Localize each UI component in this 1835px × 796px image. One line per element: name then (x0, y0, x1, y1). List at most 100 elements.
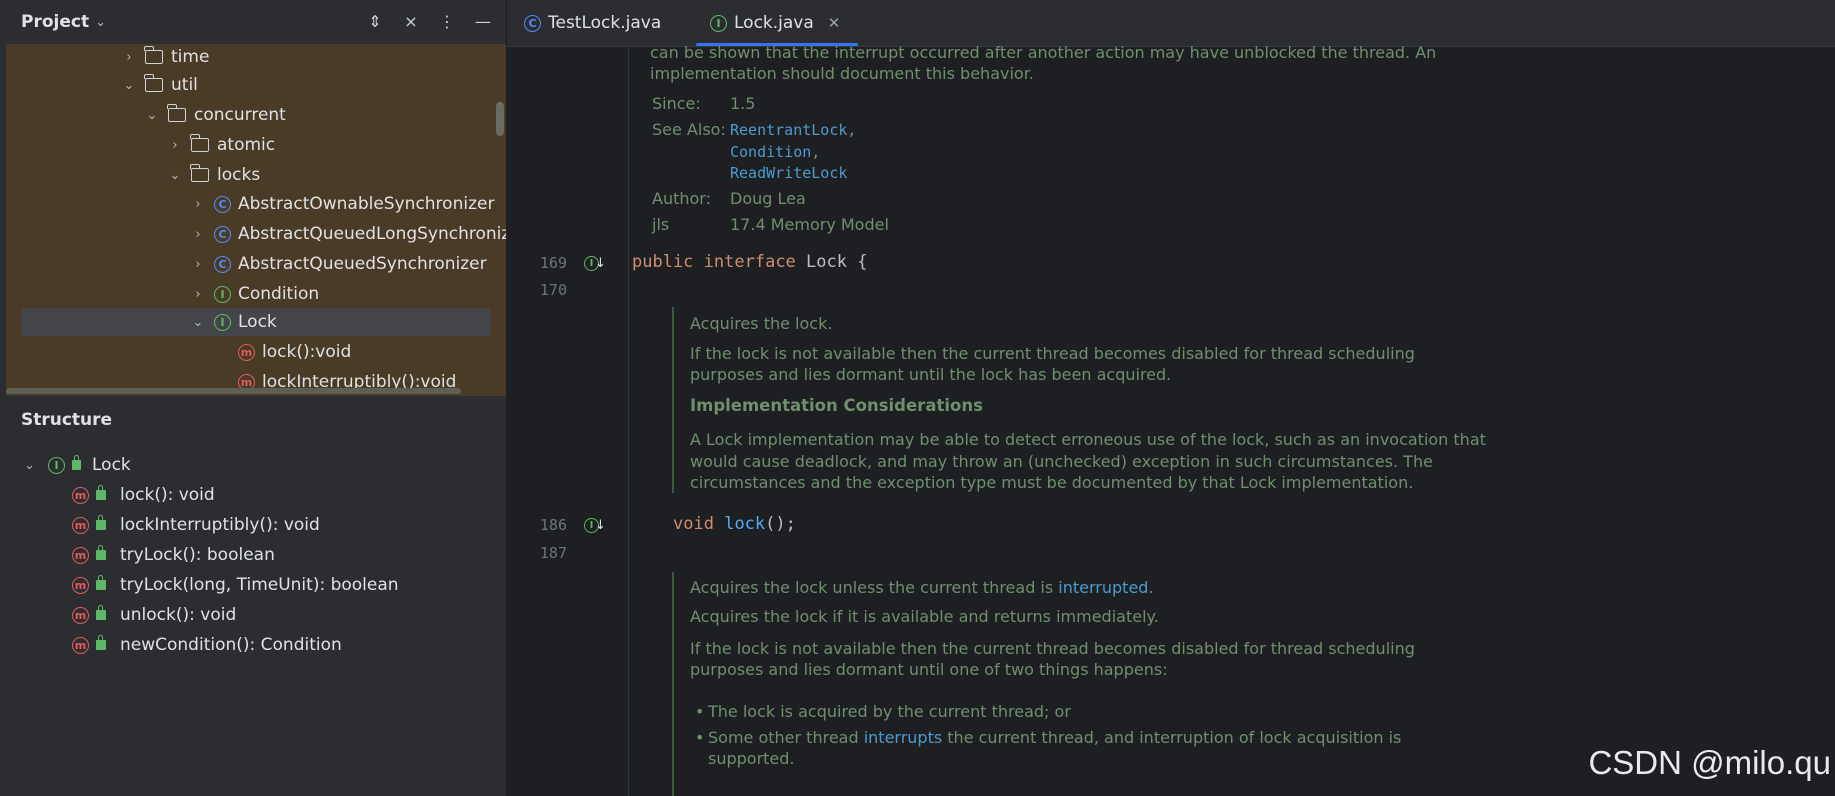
doc-text: If the lock is not available then the cu… (690, 344, 1415, 363)
lock-icon (96, 485, 106, 500)
tree-item-label: AbstractQueuedLongSynchronizer (238, 224, 506, 244)
doc-text: Acquires the lock unless the current thr… (690, 578, 1154, 597)
structure-member[interactable]: m newCondition(): Condition (72, 631, 342, 659)
class-icon: C (214, 225, 231, 243)
see-also-link[interactable]: Condition, (730, 143, 820, 161)
doc-text: Acquires the lock if it is available and… (690, 607, 1159, 626)
tree-item-class[interactable]: › C AbstractQueuedSynchronizer (190, 250, 487, 278)
expand-all-icon[interactable]: ⇕ (364, 10, 386, 32)
chevron-down-icon[interactable]: ⌄ (121, 78, 137, 93)
chevron-right-icon[interactable]: › (190, 287, 206, 302)
arrow-down-icon: ↓ (595, 256, 606, 271)
tree-item-method[interactable]: m lock():void (238, 338, 351, 366)
lock-icon (72, 455, 81, 470)
structure-root[interactable]: ⌄ I Lock (24, 451, 131, 479)
structure-member[interactable]: m lock(): void (72, 481, 215, 509)
doc-text: Acquires the lock. (690, 314, 833, 333)
lock-icon (96, 605, 106, 620)
minimize-icon[interactable]: — (472, 10, 494, 32)
doc-heading: Implementation Considerations (690, 396, 983, 415)
tree-item-label: AbstractQueuedSynchronizer (238, 254, 487, 274)
interface-icon: I (710, 14, 727, 32)
doc-text: can be shown that the interrupt occurred… (650, 43, 1437, 62)
chevron-right-icon[interactable]: › (190, 227, 206, 242)
tree-item-label: locks (217, 165, 261, 185)
tab-testlock[interactable]: C TestLock.java (524, 0, 661, 46)
chevron-down-icon[interactable]: ⌄ (95, 15, 106, 30)
horizontal-scrollbar[interactable] (6, 388, 461, 394)
more-options-icon[interactable]: ⋮ (436, 10, 458, 32)
tree-item-interface[interactable]: › I Condition (190, 280, 319, 308)
chevron-right-icon[interactable]: › (190, 257, 206, 272)
tree-item-lock-selected[interactable]: ⌄ I Lock (21, 308, 491, 336)
tree-item-util[interactable]: ⌄ util (121, 71, 198, 99)
gutter-divider (628, 46, 629, 796)
code-line-186[interactable]: void lock(); (673, 514, 796, 534)
structure-member[interactable]: m unlock(): void (72, 601, 236, 629)
tree-item-label: concurrent (194, 105, 286, 125)
structure-member[interactable]: m lockInterruptibly(): void (72, 511, 320, 539)
interrupts-link[interactable]: interrupts (864, 728, 942, 747)
tree-item-label: util (171, 75, 198, 95)
see-also-link[interactable]: ReadWriteLock (730, 164, 847, 182)
see-also-link[interactable]: ReentrantLock, (730, 121, 856, 139)
structure-title: Structure (21, 410, 113, 430)
tree-item-locks[interactable]: ⌄ locks (167, 161, 260, 189)
tree-item-time[interactable]: › time (121, 44, 209, 71)
project-tree: › time ⌄ util ⌄ concurrent › atomic ⌄ lo… (6, 44, 506, 396)
tab-label: Lock.java (734, 13, 814, 33)
tree-item-concurrent[interactable]: ⌄ concurrent (144, 101, 286, 129)
folder-icon (190, 164, 209, 182)
close-icon[interactable]: ✕ (828, 14, 841, 32)
method-icon: m (72, 606, 89, 624)
doc-since-key: Since: (652, 94, 701, 113)
doc-block-bar (672, 572, 674, 796)
class-icon: C (214, 195, 231, 213)
doc-jls-value: 17.4 Memory Model (730, 215, 889, 234)
method-icon: m (72, 636, 89, 654)
doc-see-also-key: See Also: (652, 120, 726, 139)
tab-lock[interactable]: I Lock.java ✕ (695, 0, 859, 46)
project-title[interactable]: Project (21, 12, 89, 32)
chevron-down-icon[interactable]: ⌄ (144, 108, 160, 123)
line-number: 170 (539, 281, 567, 299)
structure-root-label: Lock (92, 455, 131, 475)
chevron-right-icon[interactable]: › (121, 50, 137, 65)
chevron-right-icon[interactable]: › (190, 197, 206, 212)
doc-bullet: The lock is acquired by the current thre… (708, 702, 1071, 721)
chevron-down-icon[interactable]: ⌄ (24, 458, 40, 473)
interface-icon: I (48, 456, 65, 474)
structure-member[interactable]: m tryLock(): boolean (72, 541, 275, 569)
tree-item-label: Condition (238, 284, 320, 304)
watermark: CSDN @milo.qu (1588, 744, 1831, 781)
tree-item-label: time (171, 47, 210, 67)
tree-item-label: lock():void (262, 342, 352, 362)
line-number: 187 (539, 544, 567, 562)
structure-member-label: lockInterruptibly(): void (120, 515, 320, 535)
code-line-169[interactable]: public interface Lock { (632, 252, 867, 272)
chevron-right-icon[interactable]: › (167, 138, 183, 153)
tree-item-class[interactable]: › C AbstractOwnableSynchronizer (190, 190, 494, 218)
tree-item-atomic[interactable]: › atomic (167, 131, 275, 159)
project-toolbar: ⇕ × ⋮ — (364, 10, 494, 32)
doc-since-value: 1.5 (730, 94, 756, 113)
chevron-down-icon[interactable]: ⌄ (167, 168, 183, 183)
interrupted-link[interactable]: interrupted (1058, 578, 1148, 597)
structure-member-label: tryLock(): boolean (120, 545, 275, 565)
tree-item-class[interactable]: › C AbstractQueuedLongSynchronizer (190, 220, 506, 248)
collapse-all-icon[interactable]: × (400, 10, 422, 32)
arrow-down-icon: ↓ (595, 518, 606, 533)
bullet-icon: • (695, 728, 705, 747)
folder-icon (167, 104, 186, 122)
doc-jls-key: jls (652, 215, 670, 234)
structure-member[interactable]: m tryLock(long, TimeUnit): boolean (72, 571, 399, 599)
tab-label: TestLock.java (548, 13, 662, 33)
method-icon: m (72, 546, 89, 564)
vertical-scrollbar[interactable] (496, 102, 504, 136)
doc-text: purposes and lies dormant until one of t… (690, 660, 1168, 679)
project-header: Project ⌄ ⇕ × ⋮ — (0, 0, 506, 44)
doc-author-key: Author: (652, 189, 711, 208)
method-icon: m (72, 486, 89, 504)
chevron-down-icon[interactable]: ⌄ (190, 315, 206, 330)
left-panel: Project ⌄ ⇕ × ⋮ — › time ⌄ util ⌄ concur… (0, 0, 507, 796)
